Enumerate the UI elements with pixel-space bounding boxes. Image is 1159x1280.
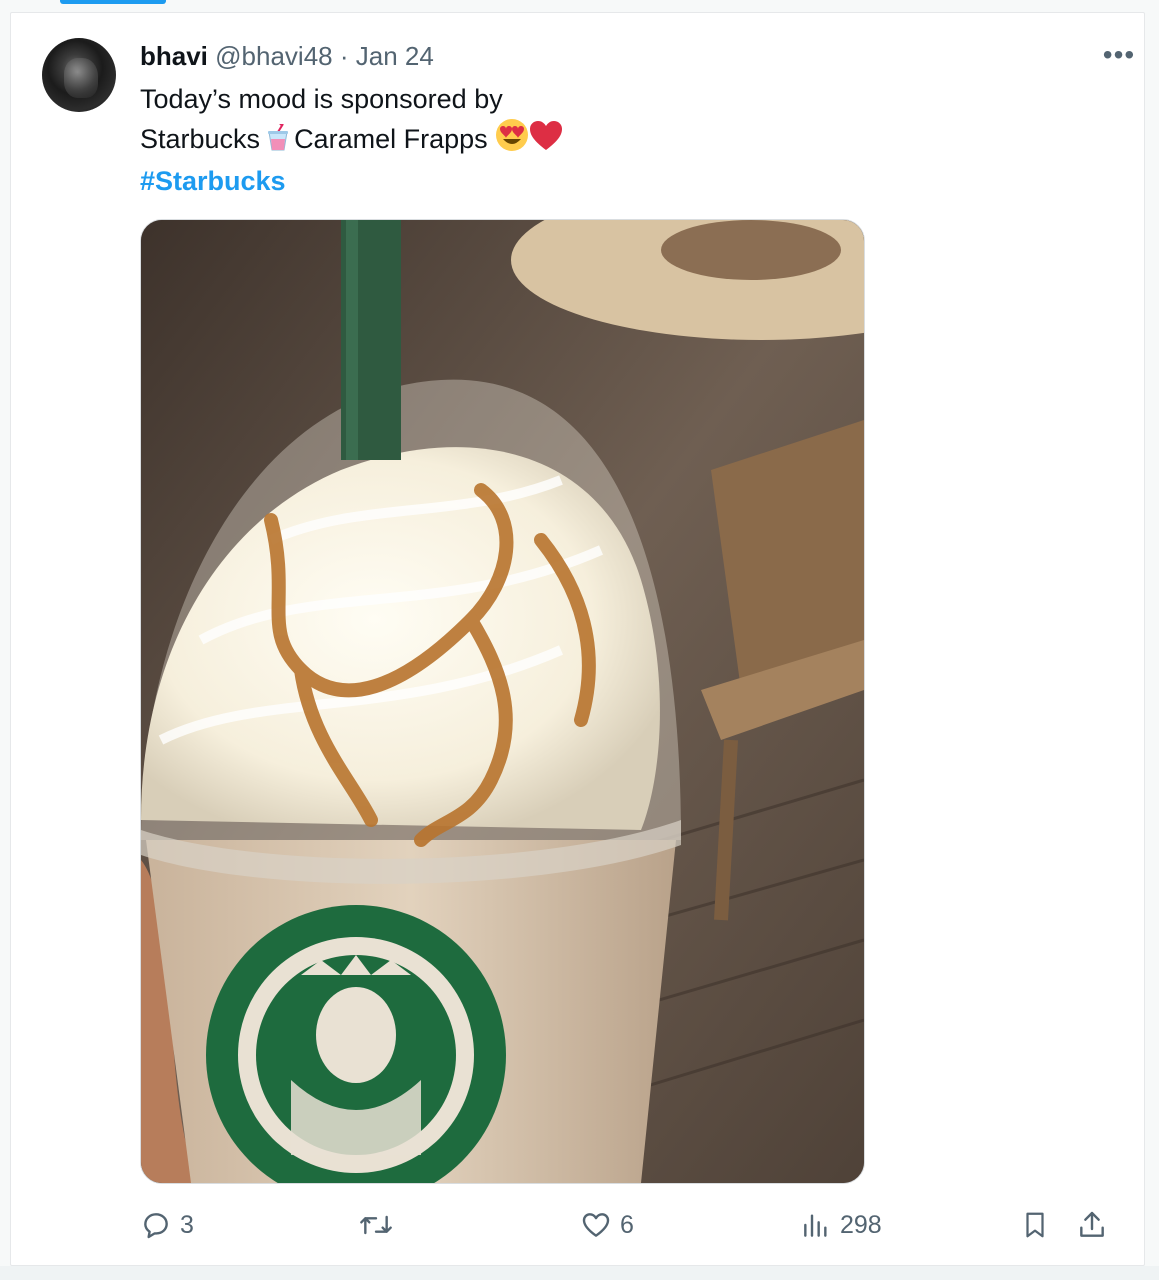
views-count: 298 — [840, 1210, 882, 1239]
tweet-text-starbucks: Starbucks — [140, 124, 261, 154]
more-options-button[interactable]: ••• — [1099, 39, 1139, 70]
retweet-button[interactable] — [358, 1200, 402, 1250]
tweet-date[interactable]: Jan 24 — [356, 41, 434, 71]
active-tab-indicator — [60, 0, 166, 4]
display-name[interactable]: bhavi — [140, 41, 208, 71]
frappuccino-photo — [141, 220, 864, 1183]
tweet-text-line-2: Starbucks Caramel Frapps — [140, 118, 840, 162]
tweet-text-caramel-frapps: Caramel Frapps — [294, 124, 488, 154]
meta-separator: · — [339, 41, 349, 71]
heart-eyes-emoji-icon — [495, 118, 529, 162]
tweet-text-line-1: Today’s mood is sponsored by — [140, 84, 503, 114]
views-button[interactable]: 298 — [800, 1200, 882, 1250]
speech-bubble-icon — [144, 1213, 168, 1239]
retweet-icon — [360, 1215, 392, 1235]
tweet-media-image[interactable] — [140, 219, 865, 1184]
tweet-action-bar: 3 6 298 — [140, 1200, 1120, 1250]
timeline-divider — [0, 1266, 1159, 1280]
tweet-text: Today’s mood is sponsored by Starbucks C… — [140, 80, 840, 200]
bar-chart-icon — [804, 1214, 827, 1237]
heart-icon — [582, 1213, 610, 1237]
share-button[interactable] — [1076, 1200, 1116, 1250]
like-button[interactable]: 6 — [580, 1200, 634, 1250]
like-count: 6 — [620, 1210, 634, 1239]
share-icon — [1080, 1211, 1104, 1237]
reply-count: 3 — [180, 1210, 194, 1239]
avatar[interactable] — [42, 38, 116, 112]
tweet-header: bhavi @bhavi48 · Jan 24 — [140, 40, 434, 72]
bookmark-icon — [1026, 1212, 1044, 1238]
hashtag-link[interactable]: #Starbucks — [140, 162, 840, 200]
user-handle[interactable]: @bhavi48 — [215, 41, 332, 71]
drink-cup-emoji-icon — [266, 120, 290, 151]
bookmark-button[interactable] — [1020, 1200, 1058, 1250]
reply-button[interactable]: 3 — [140, 1200, 194, 1250]
red-heart-emoji-icon — [529, 120, 563, 162]
more-dots-icon: ••• — [1102, 39, 1136, 70]
